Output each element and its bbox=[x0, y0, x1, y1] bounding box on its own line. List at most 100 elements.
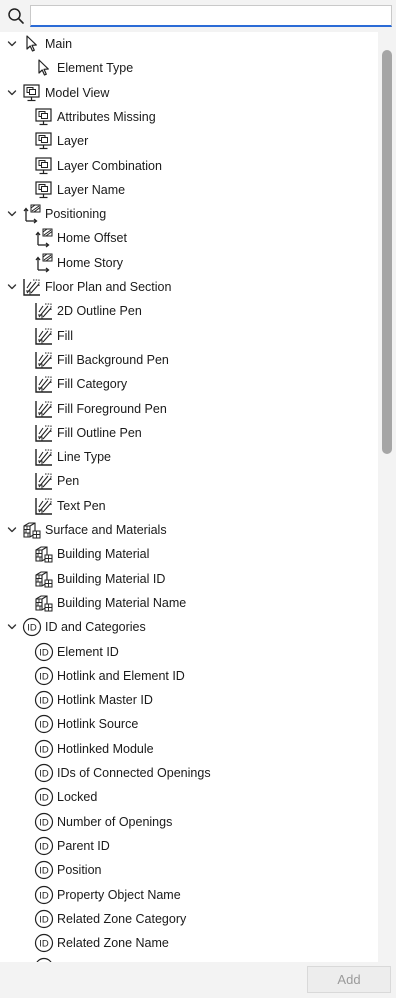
svg-text:ID: ID bbox=[39, 841, 49, 852]
id-icon: ID bbox=[34, 836, 54, 856]
tree-item[interactable]: ID Property Object Name bbox=[34, 883, 181, 907]
search-input[interactable] bbox=[30, 5, 392, 27]
id-icon: ID bbox=[34, 909, 54, 929]
cursor-icon bbox=[22, 34, 42, 54]
tree-group-label: Main bbox=[45, 37, 73, 51]
svg-text:ID: ID bbox=[39, 769, 49, 780]
tree-item[interactable]: Fill Foreground Pen bbox=[34, 397, 167, 421]
svg-text:ID: ID bbox=[39, 671, 49, 682]
tree-item-label: Layer bbox=[57, 134, 89, 149]
tree-item[interactable]: Layer Name bbox=[34, 178, 125, 202]
tree-item[interactable]: Line Type bbox=[34, 445, 111, 469]
tree-group[interactable]: Model View bbox=[6, 81, 109, 105]
positioning-icon bbox=[34, 253, 54, 273]
tree-item-label: Element Type bbox=[57, 61, 134, 76]
tree-item[interactable]: Fill Background Pen bbox=[34, 348, 169, 372]
model-view-icon bbox=[34, 156, 54, 176]
tree-item-label: Building Material ID bbox=[57, 571, 166, 586]
id-icon: ID bbox=[34, 739, 54, 759]
add-button[interactable]: Add bbox=[307, 966, 391, 993]
tree-item[interactable]: Fill Category bbox=[34, 372, 127, 396]
floor-plan-icon bbox=[34, 423, 54, 443]
floor-plan-icon bbox=[34, 471, 54, 491]
tree-item[interactable]: Text Pen bbox=[34, 494, 106, 518]
tree-item[interactable]: ID Parent ID bbox=[34, 834, 110, 858]
tree-item-label: Locked bbox=[57, 790, 98, 805]
tree-group-label: Floor Plan and Section bbox=[45, 280, 172, 294]
tree-item[interactable]: Element Type bbox=[34, 56, 133, 80]
tree-item-label: 2D Outline Pen bbox=[57, 304, 142, 319]
tree-item-label: Property Object Name bbox=[57, 887, 181, 902]
tree-item[interactable]: Attributes Missing bbox=[34, 105, 156, 129]
tree-item[interactable]: ID Locked bbox=[34, 785, 97, 809]
tree-item[interactable]: Building Material Name bbox=[34, 591, 186, 615]
tree-item[interactable]: ID Number of Openings bbox=[34, 810, 172, 834]
materials-icon bbox=[34, 593, 54, 613]
floor-plan-icon bbox=[34, 301, 54, 321]
chevron-down-icon[interactable] bbox=[6, 281, 18, 293]
tree-item[interactable]: ID Hotlinked Module bbox=[34, 737, 154, 761]
tree-item[interactable]: Fill bbox=[34, 324, 73, 348]
tree-item[interactable]: Building Material ID bbox=[34, 567, 165, 591]
chevron-down-icon[interactable] bbox=[6, 524, 18, 536]
chevron-down-icon[interactable] bbox=[6, 621, 18, 633]
tree-item[interactable]: ID IDs of Connected Openings bbox=[34, 761, 211, 785]
tree-item[interactable]: ID Related Zone Name bbox=[34, 931, 169, 955]
floor-plan-icon bbox=[34, 374, 54, 394]
search-bar bbox=[0, 0, 396, 32]
tree-item-label: Fill Category bbox=[57, 377, 128, 392]
tree-item[interactable]: ID Hotlink Master ID bbox=[34, 688, 153, 712]
tree-item-label: Hotlinked Module bbox=[57, 741, 154, 756]
tree-item[interactable]: ID Position bbox=[34, 858, 101, 882]
tree-group-label: Positioning bbox=[45, 207, 107, 222]
tree-item[interactable]: ID Hotlink and Element ID bbox=[34, 664, 185, 688]
tree-group[interactable]: Main bbox=[6, 32, 72, 56]
tree-item[interactable]: Pen bbox=[34, 469, 79, 493]
model-view-icon bbox=[34, 131, 54, 151]
model-view-icon bbox=[22, 83, 42, 103]
tree-item-label: Related Zone Name bbox=[57, 936, 169, 951]
floor-plan-icon bbox=[34, 399, 54, 419]
tree-group[interactable]: Surface and Materials bbox=[6, 518, 167, 542]
floor-plan-icon bbox=[34, 496, 54, 516]
tree-group[interactable]: ID ID and Categories bbox=[6, 615, 146, 639]
chevron-down-icon[interactable] bbox=[6, 38, 18, 50]
id-icon: ID bbox=[34, 885, 54, 905]
tree-group[interactable]: Floor Plan and Section bbox=[6, 275, 171, 299]
tree-item[interactable]: Fill Outline Pen bbox=[34, 421, 142, 445]
tree-item-label: Fill bbox=[57, 328, 73, 343]
tree-item[interactable]: ID Hotlink Source bbox=[34, 712, 138, 736]
tree-item[interactable]: ID Element ID bbox=[34, 640, 119, 664]
chevron-down-icon[interactable] bbox=[6, 87, 18, 99]
scrollbar-thumb[interactable] bbox=[382, 50, 392, 454]
id-icon: ID bbox=[34, 666, 54, 686]
tree-group[interactable]: Positioning bbox=[6, 202, 106, 226]
tree-item-label: Building Material bbox=[57, 547, 150, 562]
id-icon: ID bbox=[34, 763, 54, 783]
tree-item[interactable]: ID Related Zone Category bbox=[34, 907, 186, 931]
search-icon[interactable] bbox=[6, 6, 26, 26]
tree-item[interactable]: Building Material bbox=[34, 542, 149, 566]
tree-item[interactable]: ID bbox=[34, 955, 57, 962]
svg-text:ID: ID bbox=[39, 720, 49, 731]
chevron-down-icon[interactable] bbox=[6, 208, 18, 220]
id-icon: ID bbox=[34, 642, 54, 662]
svg-text:ID: ID bbox=[39, 647, 49, 658]
tree-item-label: Line Type bbox=[57, 450, 111, 465]
tree-item-label: Text Pen bbox=[57, 498, 106, 513]
tree-item-label: Parent ID bbox=[57, 838, 110, 853]
tree-item[interactable]: Home Story bbox=[34, 251, 123, 275]
id-icon: ID bbox=[34, 812, 54, 832]
tree-item-label: Element ID bbox=[57, 644, 119, 659]
tree-item-label: Hotlink Master ID bbox=[57, 693, 153, 708]
tree-group-label: ID and Categories bbox=[45, 620, 146, 635]
tree-item[interactable]: 2D Outline Pen bbox=[34, 299, 142, 323]
svg-text:ID: ID bbox=[39, 890, 49, 901]
svg-text:ID: ID bbox=[27, 623, 37, 634]
tree-item[interactable]: Layer Combination bbox=[34, 154, 162, 178]
tree-item[interactable]: Home Offset bbox=[34, 226, 127, 250]
svg-text:ID: ID bbox=[39, 793, 49, 804]
tree-item[interactable]: Layer bbox=[34, 129, 88, 153]
svg-text:ID: ID bbox=[39, 914, 49, 925]
svg-text:ID: ID bbox=[39, 939, 49, 950]
